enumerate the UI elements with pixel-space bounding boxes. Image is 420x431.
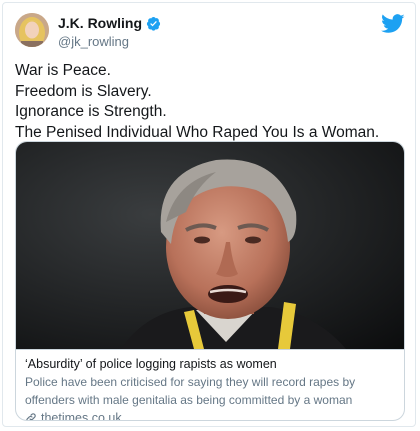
avatar[interactable] [15, 13, 49, 47]
tweet-line: The Penised Individual Who Raped You Is … [15, 123, 380, 141]
tweet-line: Ignorance is Strength. [15, 103, 167, 120]
link-preview-info: ‘Absurdity’ of police logging rapists as… [25, 356, 397, 421]
link-preview-card[interactable]: ‘Absurdity’ of police logging rapists as… [15, 141, 405, 421]
display-name-text: J.K. Rowling [58, 15, 142, 31]
tweet-card: J.K. Rowling @jk_rowling War is Peace. F… [2, 2, 416, 427]
link-description-line: offenders with male genitalia as being c… [25, 393, 353, 407]
tweet-text: War is Peace. Freedom is Slavery. Ignora… [15, 61, 410, 143]
link-preview-image [16, 142, 404, 350]
twitter-bird-icon[interactable] [381, 14, 405, 34]
verified-badge-icon [146, 16, 161, 31]
tweet-line: Freedom is Slavery. [15, 82, 152, 100]
link-domain-text: thetimes.co.uk [41, 411, 122, 421]
author-handle[interactable]: @jk_rowling [58, 34, 129, 49]
link-description-line: Police have been criticised for saying t… [25, 375, 356, 389]
avatar-image [15, 13, 49, 47]
tweet-line: War is Peace. [15, 62, 111, 79]
news-photo [16, 142, 404, 349]
display-name[interactable]: J.K. Rowling [58, 15, 161, 31]
link-domain[interactable]: thetimes.co.uk [25, 410, 397, 421]
link-title[interactable]: ‘Absurdity’ of police logging rapists as… [25, 356, 397, 372]
link-chain-icon [26, 413, 36, 420]
